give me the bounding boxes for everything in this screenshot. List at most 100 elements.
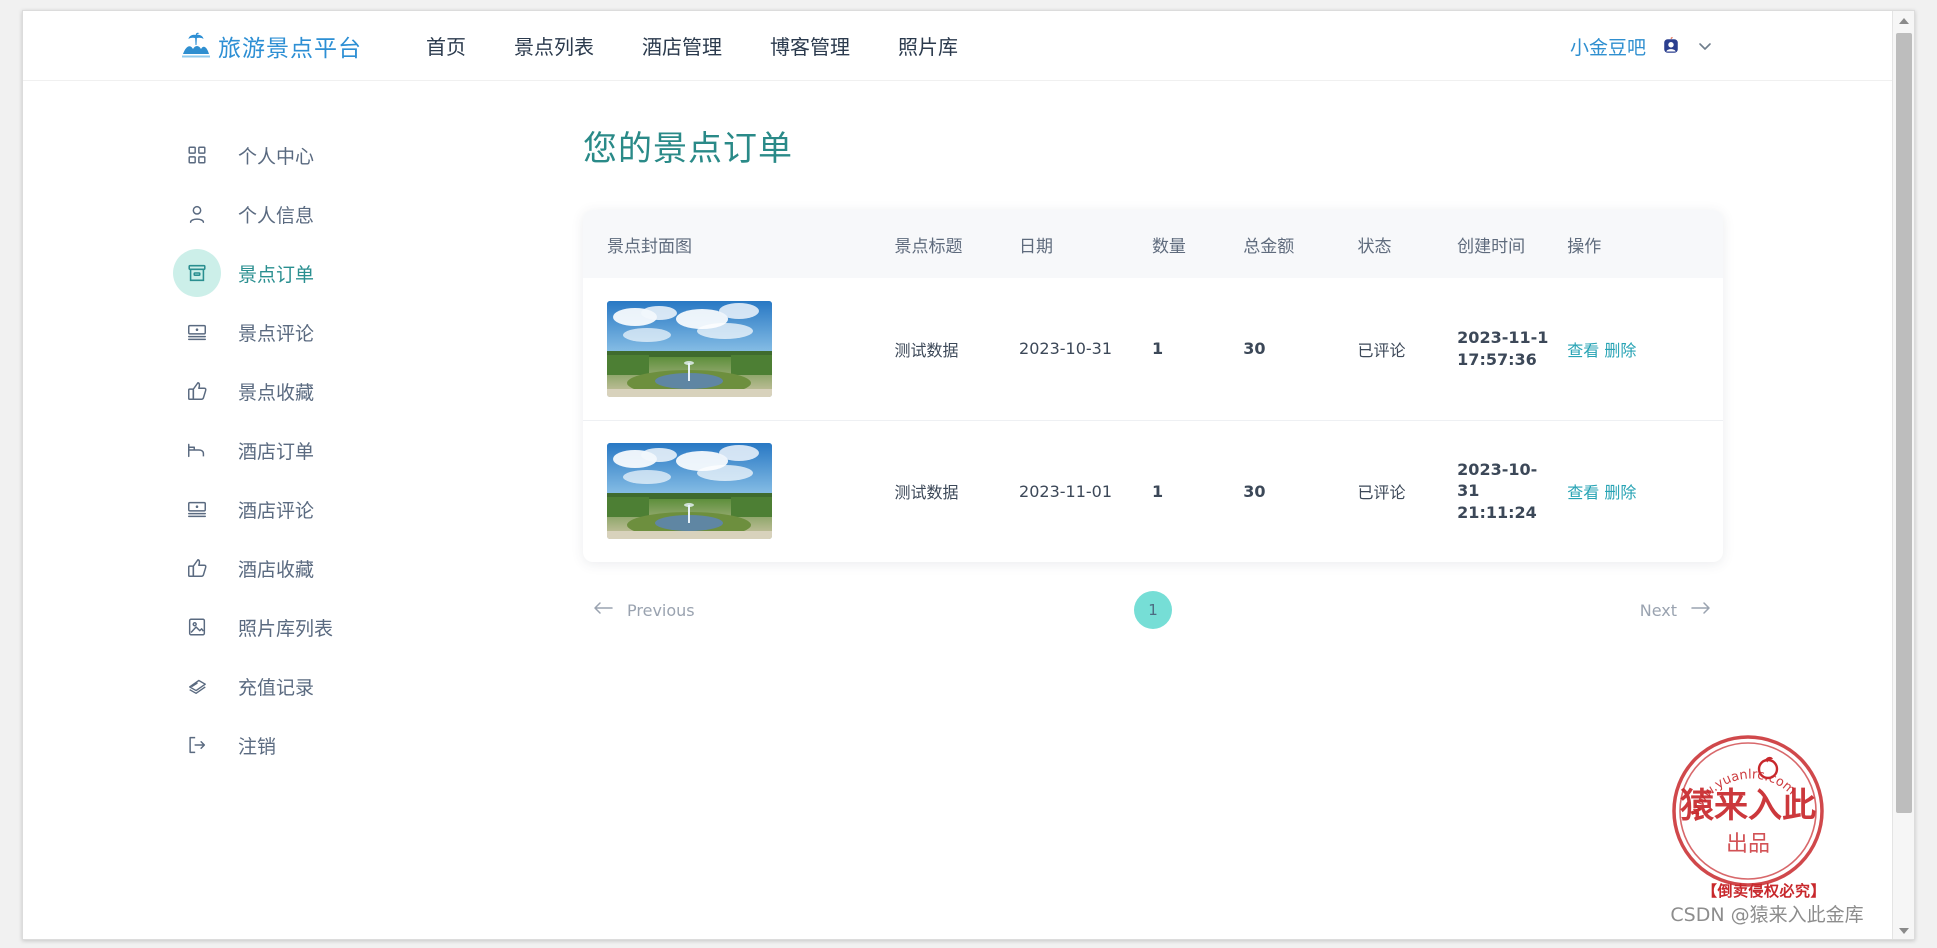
sidebar-item-label: 注销 [238,735,277,758]
pagination-next-label: Next [1639,600,1677,620]
bed-icon [173,426,221,474]
sidebar-item-label: 酒店订单 [238,440,315,463]
sidebar-item-hotel-comments[interactable]: 酒店评论 [173,485,433,533]
browser-frame: 旅游景点平台 首页 景点列表 酒店管理 博客管理 照片库 小金豆吧 个人中心 个… [22,10,1915,940]
table-row: 测试数据 2023-11-01 1 30 已评论 2023-10-31 21:1… [583,419,1723,562]
grid-icon [173,131,221,179]
table-header-row: 景点封面图 景点标题 日期 数量 总金额 状态 创建时间 操作 [583,210,1723,278]
sidebar-item-hotel-orders[interactable]: 酒店订单 [173,426,433,474]
username-label: 小金豆吧 [1569,36,1646,59]
cell-create-time: 2023-11-1 17:57:36 [1457,328,1549,369]
view-link[interactable]: 查看 [1567,341,1599,360]
user-avatar-icon[interactable] [1658,33,1684,59]
column-header-quantity: 数量 [1151,210,1244,278]
sidebar-item-logout[interactable]: 注销 [173,721,433,769]
sidebar-item-label: 个人中心 [238,145,315,168]
cell-quantity: 1 [1151,419,1244,562]
delete-link[interactable]: 删除 [1604,483,1636,502]
comment-card-icon [173,308,221,356]
sidebar-item-attraction-favorites[interactable]: 景点收藏 [173,367,433,415]
column-header-status: 状态 [1357,210,1458,278]
attraction-thumbnail[interactable] [607,443,772,540]
sidebar-item-label: 景点评论 [238,322,315,345]
scroll-down-arrow-icon[interactable] [1893,921,1914,939]
sidebar-item-personal-center[interactable]: 个人中心 [173,131,433,179]
stamp-seal-icon: www.yuanlrc.com 猿来入此 出品 [1670,733,1826,889]
sidebar-item-label: 充值记录 [238,676,315,699]
thumbs-up-icon [173,544,221,592]
scrollbar-thumb[interactable] [1896,33,1912,813]
pagination-previous[interactable]: Previous [593,600,695,620]
nav-photo-gallery[interactable]: 照片库 [898,31,958,60]
attraction-thumbnail[interactable] [607,300,772,397]
sidebar-item-label: 景点收藏 [238,381,315,404]
cell-create-time: 2023-10-31 21:11:24 [1457,419,1568,562]
orders-table-card: 景点封面图 景点标题 日期 数量 总金额 状态 创建时间 操作 测试数据 202… [583,210,1723,562]
sidebar-item-photo-gallery-list[interactable]: 照片库列表 [173,603,433,651]
card-stack-icon [173,662,221,710]
arrow-right-icon [1689,600,1711,620]
cell-cover-image [583,419,895,562]
nav-blog-management[interactable]: 博客管理 [770,31,850,60]
nav-home[interactable]: 首页 [426,31,466,60]
cell-title: 测试数据 [894,419,1020,562]
cell-actions: 查看 删除 [1567,278,1723,420]
brand-name: 旅游景点平台 [218,35,362,62]
sidebar-item-hotel-favorites[interactable]: 酒店收藏 [173,544,433,592]
table-header: 景点封面图 景点标题 日期 数量 总金额 状态 创建时间 操作 [583,210,1723,278]
column-header-actions: 操作 [1567,210,1723,278]
page-canvas: 旅游景点平台 首页 景点列表 酒店管理 博客管理 照片库 小金豆吧 个人中心 个… [23,11,1894,939]
island-palm-icon [181,32,211,60]
thumbs-up-icon [173,367,221,415]
table-row: 测试数据 2023-10-31 1 30 已评论 2023-11-1 17:57… [583,278,1723,420]
pagination-previous-label: Previous [627,600,695,620]
pagination-page-1[interactable]: 1 [1134,591,1172,629]
cell-quantity: 1 [1151,339,1164,359]
cell-status: 已评论 [1357,419,1458,562]
stamp-warning-text: 【倒卖侵权必究】 [1701,882,1826,900]
sidebar-item-label: 照片库列表 [238,617,334,640]
sidebar-item-attraction-orders[interactable]: 景点订单 [173,249,433,297]
scroll-up-arrow-icon[interactable] [1893,11,1914,31]
page-title: 您的景点订单 [583,129,793,169]
sidebar-item-label: 个人信息 [238,204,315,227]
column-header-create-time: 创建时间 [1457,210,1568,278]
sidebar-item-label: 酒店评论 [238,499,315,522]
user-menu[interactable]: 小金豆吧 [1570,11,1714,81]
cell-actions: 查看 删除 [1567,419,1723,562]
cell-title: 测试数据 [894,340,959,360]
orders-table: 景点封面图 景点标题 日期 数量 总金额 状态 创建时间 操作 测试数据 202… [583,210,1723,562]
svg-text:出品: 出品 [1726,832,1770,857]
user-icon [173,190,221,238]
sidebar-item-label: 酒店收藏 [238,558,315,581]
view-link[interactable]: 查看 [1567,483,1599,502]
cell-date: 2023-10-31 [1019,339,1113,359]
csdn-credit: CSDN @猿来入此金库 [1670,904,1864,926]
sidebar-item-attraction-comments[interactable]: 景点评论 [173,308,433,356]
watermark: www.yuanlrc.com 猿来入此 出品 【倒卖侵权必究】 CSDN @猿… [1664,733,1874,933]
sidebar-item-recharge-records[interactable]: 充值记录 [173,662,433,710]
brand-logo[interactable]: 旅游景点平台 [181,29,362,63]
pagination-next[interactable]: Next [1640,600,1711,620]
chevron-down-icon[interactable] [1696,37,1714,55]
vertical-scrollbar[interactable] [1892,11,1914,939]
cell-amount: 30 [1243,419,1358,562]
column-header-amount: 总金额 [1243,210,1358,278]
table-body: 测试数据 2023-10-31 1 30 已评论 2023-11-1 17:57… [583,278,1723,562]
nav-attraction-list[interactable]: 景点列表 [514,31,594,60]
logout-icon [173,721,221,769]
cell-cover-image [583,278,894,420]
comment-card-icon [173,485,221,533]
pagination: Previous 1 Next [583,580,1723,640]
sidebar-item-personal-info[interactable]: 个人信息 [173,190,433,238]
column-header-cover-image: 景点封面图 [583,210,895,278]
cell-date: 2023-11-01 [1019,419,1152,562]
nav-hotel-management[interactable]: 酒店管理 [642,31,722,60]
sidebar-item-label: 景点订单 [238,263,315,286]
cell-amount: 30 [1243,339,1266,359]
sidebar-nav: 个人中心 个人信息 景点订单 景点评论 景点收藏 酒店订单 酒店评论 酒店收藏 … [173,131,433,780]
site-header: 旅游景点平台 首页 景点列表 酒店管理 博客管理 照片库 小金豆吧 [23,11,1894,81]
svg-text:猿来入此: 猿来入此 [1680,786,1816,826]
delete-link[interactable]: 删除 [1604,341,1636,360]
cell-status: 已评论 [1357,340,1406,360]
